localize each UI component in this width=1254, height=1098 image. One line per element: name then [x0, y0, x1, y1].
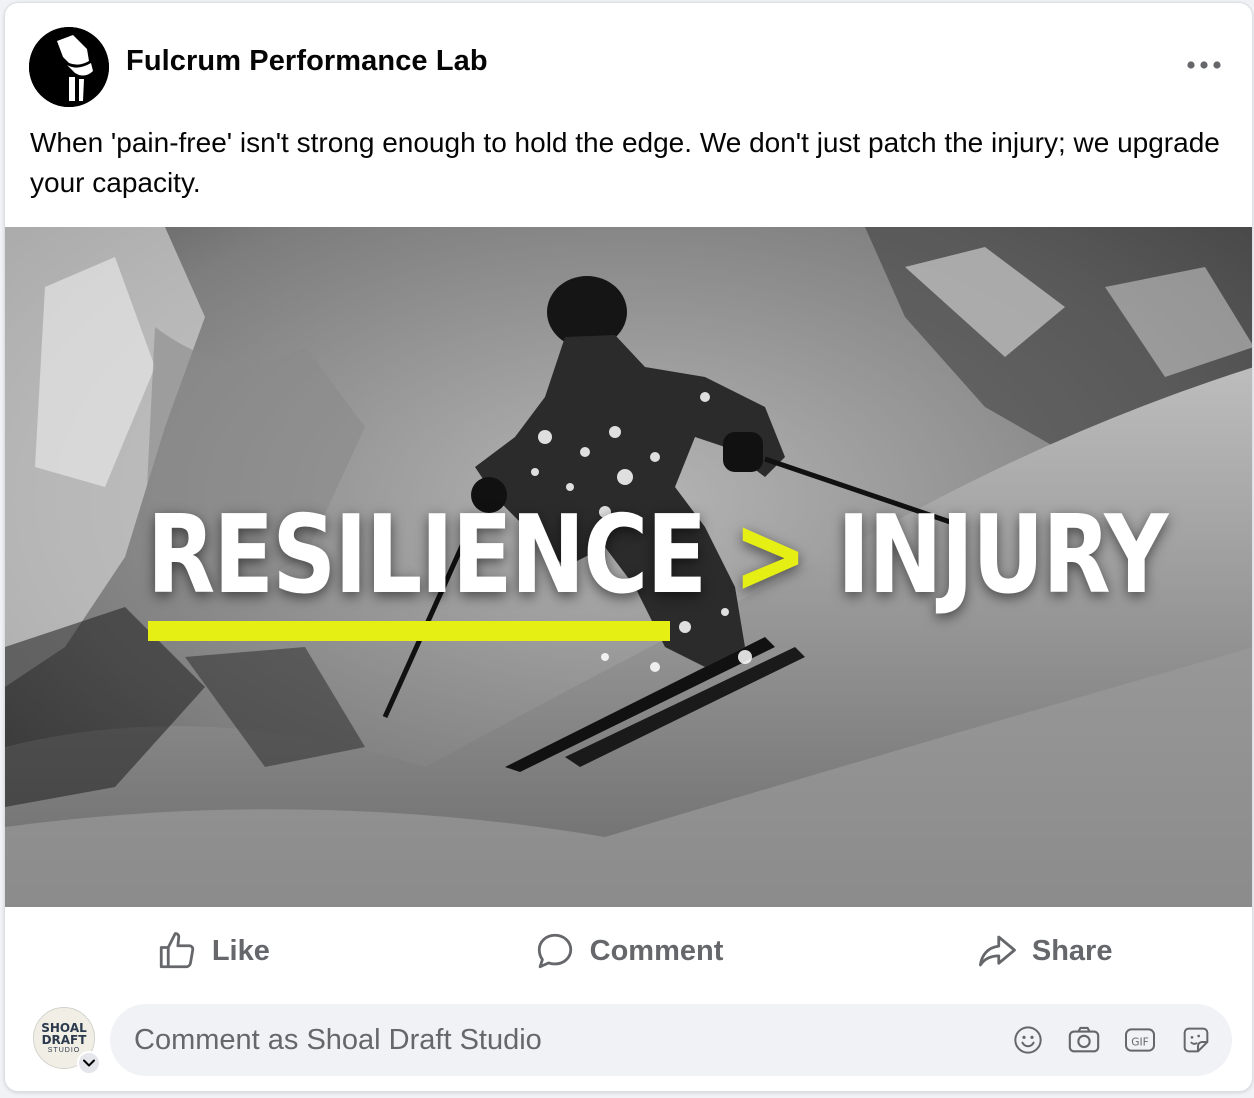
- post-card: Fulcrum Performance Lab When 'pain-free'…: [4, 2, 1253, 1092]
- avatar-text-line2: DRAFT: [41, 1032, 87, 1047]
- more-horizontal-icon: [1187, 61, 1221, 69]
- post-text: When 'pain-free' isn't strong enough to …: [30, 127, 1220, 198]
- smiley-icon: [1014, 1026, 1042, 1054]
- emoji-button[interactable]: [1010, 1022, 1046, 1058]
- avatar-text-line3: STUDIO: [47, 1046, 81, 1054]
- camera-button[interactable]: [1066, 1022, 1102, 1058]
- page-avatar[interactable]: [29, 27, 109, 107]
- comment-button[interactable]: Comment: [421, 907, 837, 995]
- like-button[interactable]: Like: [5, 907, 421, 995]
- gif-icon: GIF: [1125, 1028, 1155, 1052]
- chevron-down-icon: [83, 1059, 95, 1067]
- comment-input[interactable]: [134, 1023, 1010, 1057]
- comment-composer: GIF: [110, 1004, 1232, 1076]
- share-arrow-icon: [978, 935, 1016, 967]
- speech-bubble-icon: [537, 933, 572, 969]
- post-actions: Like Comment Share: [5, 907, 1252, 995]
- thumbs-up-icon: [159, 932, 194, 969]
- comment-tools: GIF: [1010, 1022, 1214, 1058]
- knee-joint-logo-icon: [29, 27, 109, 107]
- post-image[interactable]: RESILIENCE > INJURY: [5, 227, 1252, 907]
- camera-icon: [1068, 1026, 1100, 1053]
- share-button[interactable]: Share: [836, 907, 1252, 995]
- like-label: Like: [211, 934, 270, 967]
- gif-button[interactable]: GIF: [1122, 1022, 1158, 1058]
- share-label: Share: [1031, 934, 1113, 967]
- svg-text:GIF: GIF: [1131, 1036, 1149, 1049]
- more-options-button[interactable]: [1182, 43, 1226, 87]
- sticker-button[interactable]: [1178, 1022, 1214, 1058]
- post-header: Fulcrum Performance Lab: [5, 3, 1252, 121]
- comment-label: Comment: [589, 934, 724, 967]
- page-name[interactable]: Fulcrum Performance Lab: [126, 45, 488, 78]
- skier-photo: [5, 227, 1252, 907]
- avatar-text-line1: SHOAL: [41, 1020, 87, 1035]
- switch-profile-button[interactable]: [77, 1051, 101, 1075]
- sticker-icon: [1183, 1027, 1209, 1053]
